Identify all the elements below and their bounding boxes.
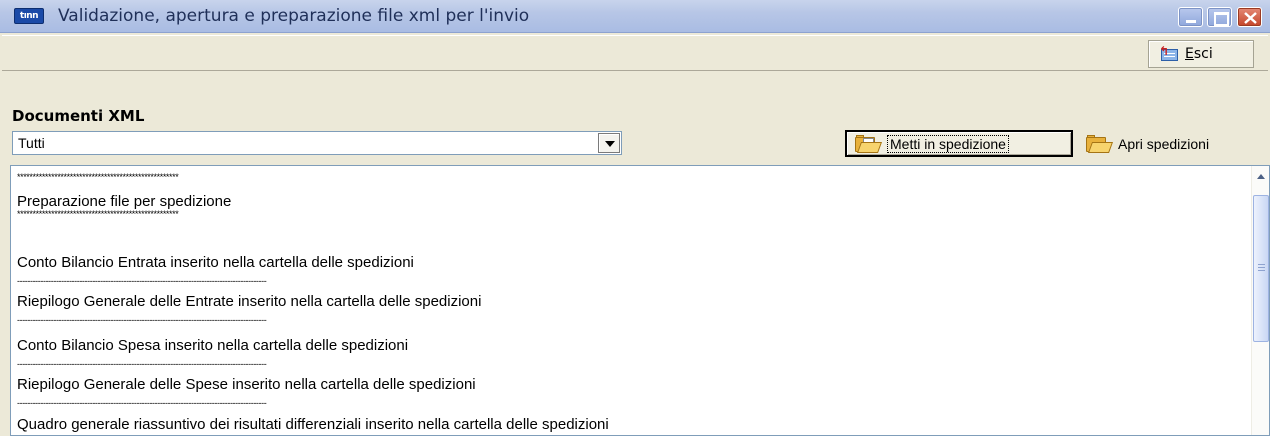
app-icon: tınn [14,8,44,24]
scroll-up-arrow-icon[interactable] [1253,168,1269,185]
apri-spedizioni-button[interactable]: Apri spedizioni [1078,130,1270,157]
grip-icon [1258,264,1265,265]
log-separator-dashes: ----------------------------------------… [17,315,267,325]
log-line: Conto Bilancio Entrata inserito nella ca… [17,254,414,271]
document-filter-dropdown[interactable]: Tutti [12,131,622,155]
minimize-button[interactable] [1178,7,1203,27]
window-title: Validazione, apertura e preparazione fil… [58,6,530,26]
title-bar[interactable]: tınn Validazione, apertura e preparazion… [0,0,1270,33]
folder-open-icon [855,134,883,153]
vertical-scrollbar[interactable] [1251,166,1269,435]
log-separator-stars: ****************************************… [17,172,179,182]
maximize-button[interactable] [1207,7,1232,27]
log-separator-stars: ****************************************… [17,209,179,219]
section-label: Documenti XML [12,107,145,125]
folder-icon [1086,134,1114,153]
exit-button-mnemonic: E [1185,46,1194,62]
metti-in-spedizione-button[interactable]: Metti in spedizione [845,130,1073,157]
close-icon [1244,12,1257,24]
validation-window: tınn Validazione, apertura e preparazion… [0,0,1270,436]
chevron-down-icon[interactable] [598,133,620,153]
log-separator-dashes: ----------------------------------------… [17,359,267,369]
log-textarea[interactable]: ****************************************… [10,165,1270,436]
metti-in-spedizione-label: Metti in spedizione [887,134,1009,153]
exit-icon: ↰ [1159,45,1179,62]
dropdown-selected-value: Tutti [18,135,45,151]
log-line: Conto Bilancio Spesa inserito nella cart… [17,337,409,354]
log-separator-dashes: ----------------------------------------… [17,276,267,286]
log-separator-dashes: ----------------------------------------… [17,398,267,408]
exit-button-label: sci [1193,46,1213,62]
apri-spedizioni-label: Apri spedizioni [1118,135,1210,152]
close-button[interactable] [1237,7,1262,27]
log-line: Riepilogo Generale delle Entrate inserit… [17,293,482,310]
toolbar [2,35,1268,71]
exit-button[interactable]: ↰ Esci [1148,40,1254,68]
log-line: Riepilogo Generale delle Spese inserito … [17,376,476,393]
log-line: Quadro generale riassuntivo dei risultat… [17,416,609,433]
scrollbar-thumb[interactable] [1253,195,1269,342]
